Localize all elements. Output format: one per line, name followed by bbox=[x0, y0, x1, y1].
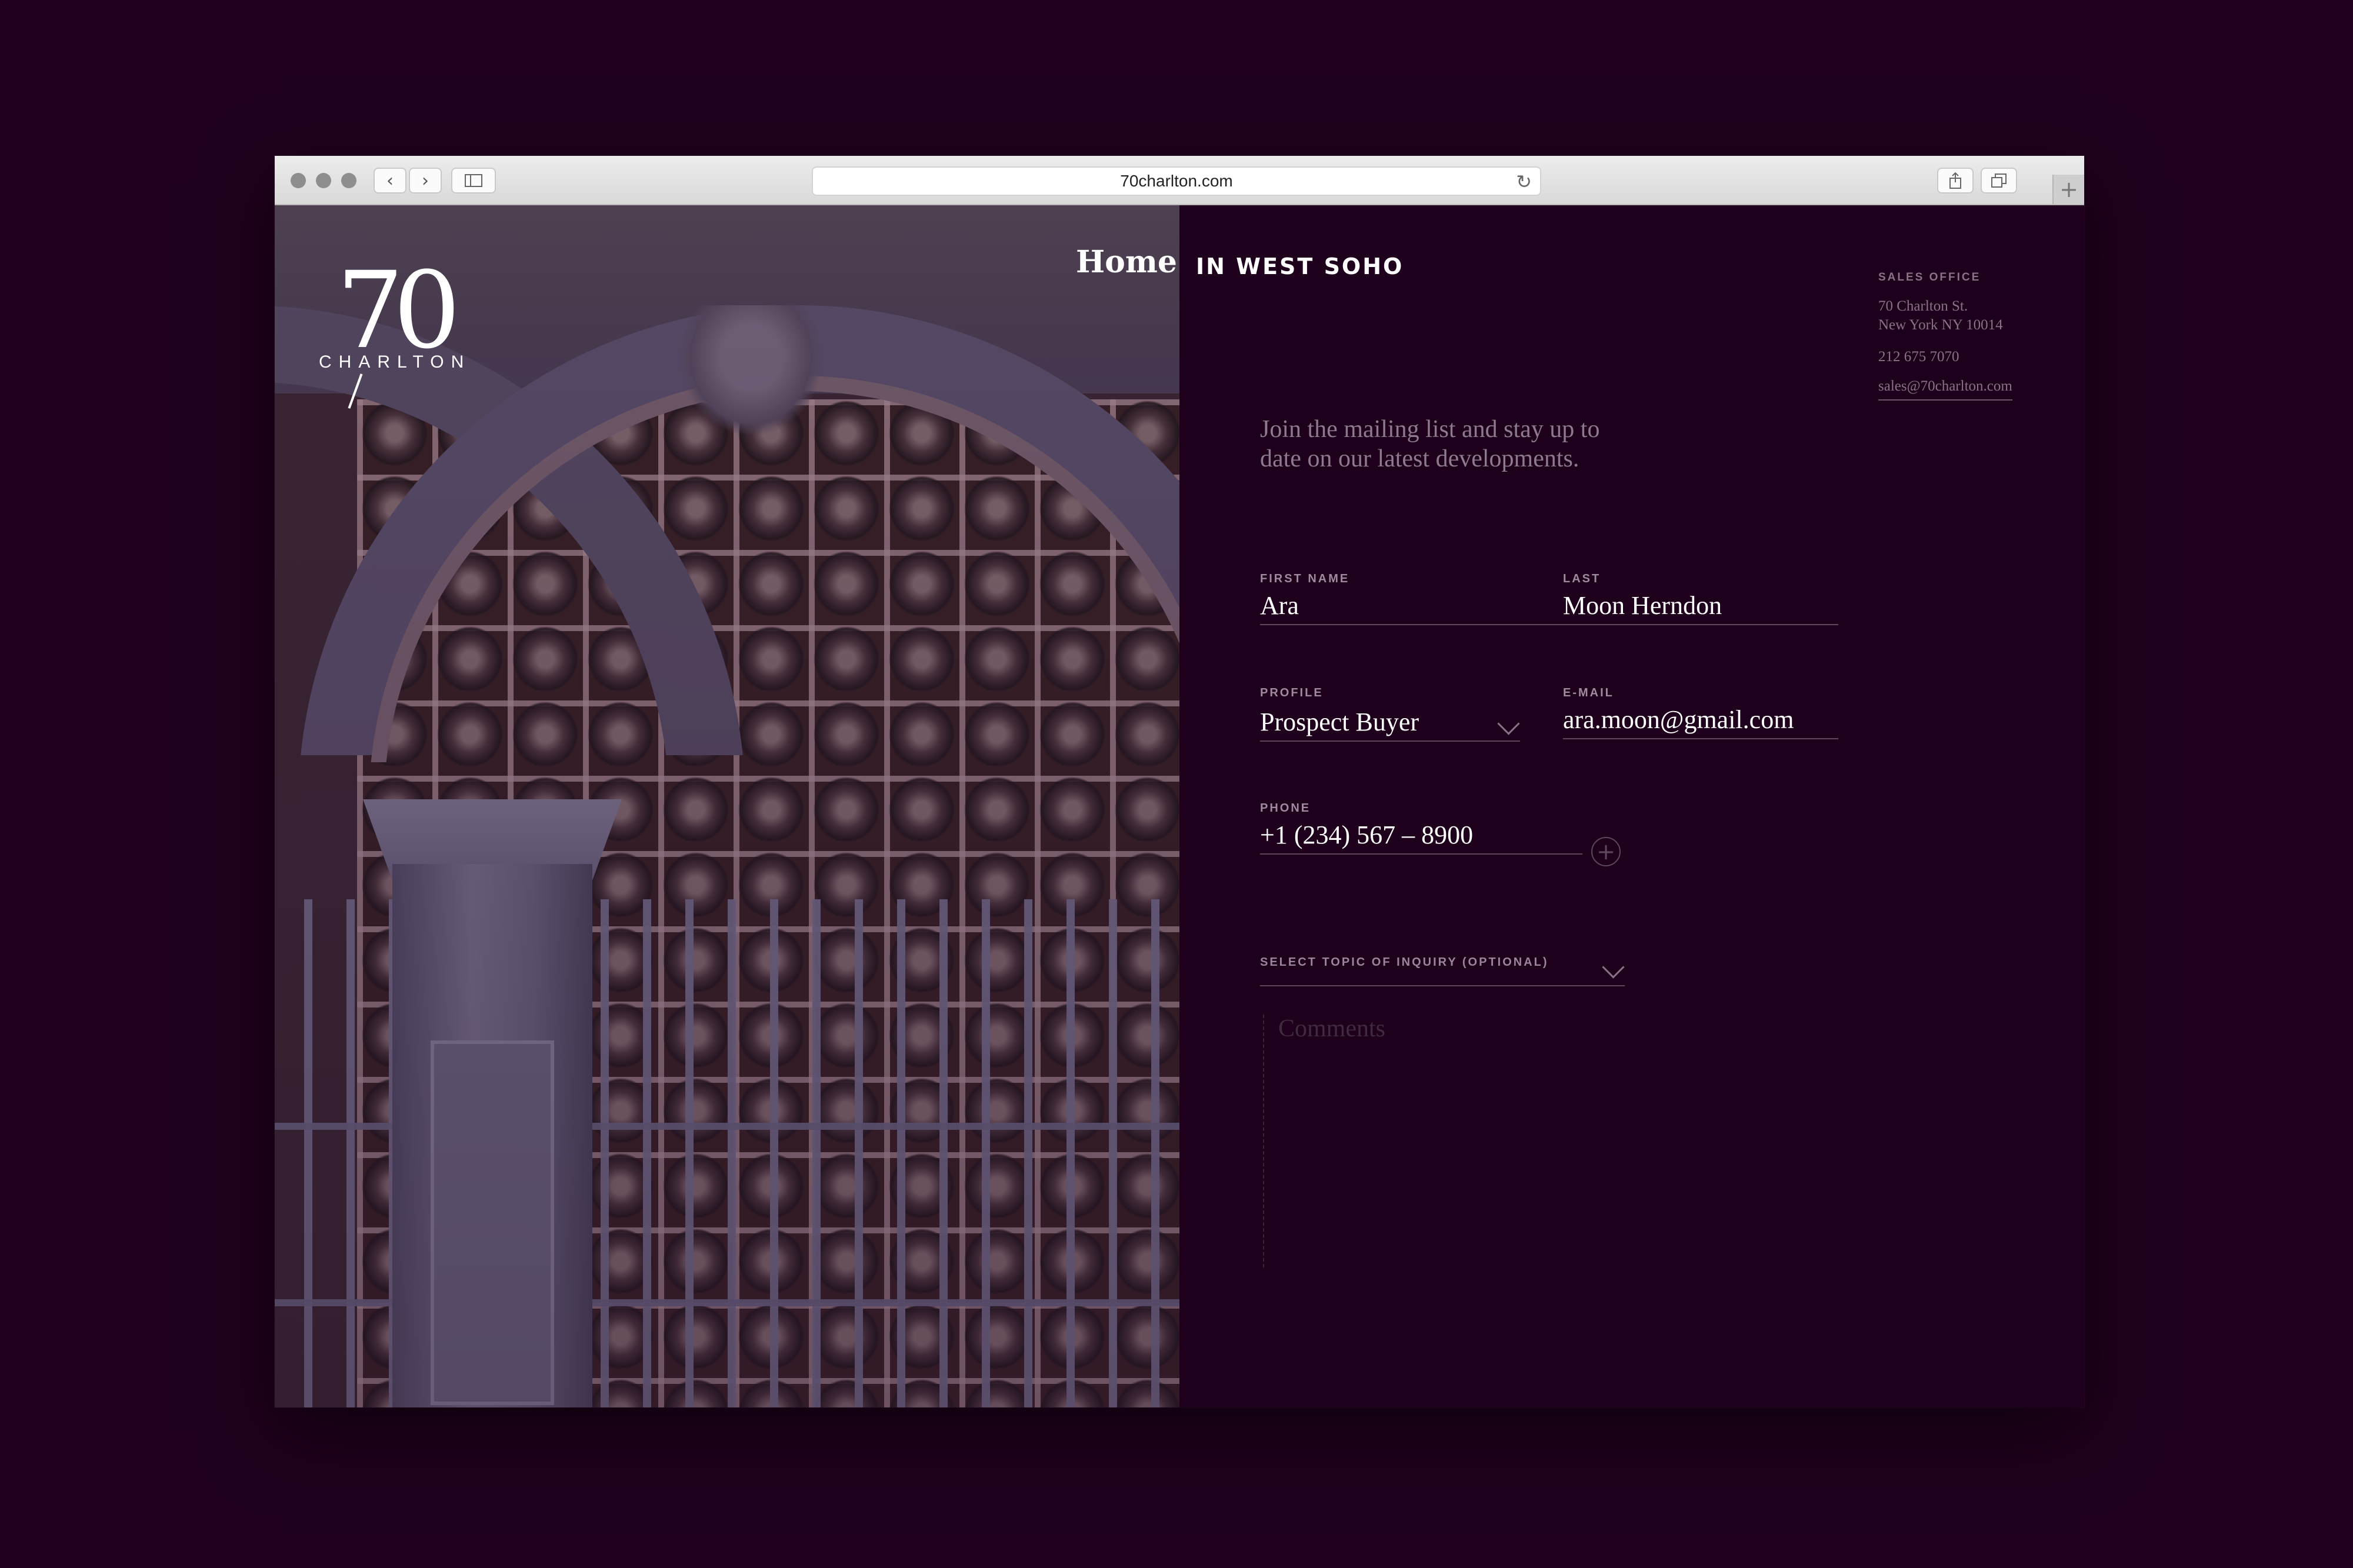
back-button[interactable]: ‹ bbox=[374, 168, 406, 194]
plus-icon: + bbox=[2059, 176, 2078, 202]
phone-label: PHONE bbox=[1260, 802, 1311, 815]
tabs-icon bbox=[1991, 174, 2007, 188]
minimize-window-button[interactable] bbox=[316, 173, 331, 188]
profile-selected-value: Prospect Buyer bbox=[1260, 708, 1419, 736]
url-text: 70charlton.com bbox=[1120, 172, 1233, 190]
logo-wordmark: CHARLTON bbox=[319, 352, 471, 372]
comments-textarea[interactable]: Comments bbox=[1263, 1015, 1675, 1267]
hero-photo: 70 CHARLTON bbox=[275, 205, 1179, 1407]
nav-tagline: IN WEST SOHO bbox=[1196, 253, 1404, 279]
phone-field[interactable]: +1 (234) 567 – 8900 bbox=[1260, 817, 1582, 855]
last-name-field[interactable]: Moon Herndon bbox=[1563, 588, 1838, 625]
zoom-window-button[interactable] bbox=[341, 173, 356, 188]
topic-placeholder: SELECT TOPIC OF INQUIRY (OPTIONAL) bbox=[1260, 956, 1549, 969]
sidebar-button[interactable] bbox=[451, 168, 496, 194]
chevron-down-icon bbox=[1497, 712, 1520, 735]
browser-toolbar: ‹ › 70charlton.com ↻ + bbox=[275, 156, 2084, 205]
address-bar[interactable]: 70charlton.com ↻ bbox=[812, 166, 1541, 196]
topic-select[interactable]: SELECT TOPIC OF INQUIRY (OPTIONAL) bbox=[1260, 956, 1625, 986]
first-name-field[interactable]: Ara bbox=[1260, 588, 1566, 625]
last-name-label: LAST bbox=[1563, 572, 1601, 585]
reload-icon[interactable]: ↻ bbox=[1516, 171, 1532, 193]
nav-home-link[interactable]: Home bbox=[1076, 244, 1177, 280]
back-icon: ‹ bbox=[386, 170, 394, 191]
share-button[interactable] bbox=[1937, 168, 1974, 194]
mailing-list-intro: Join the mailing list and stay up to dat… bbox=[1260, 416, 1600, 472]
add-circle-icon[interactable]: + bbox=[1591, 837, 1621, 866]
sales-office-title: SALES OFFICE bbox=[1878, 271, 1981, 283]
new-tab-button[interactable]: + bbox=[2052, 175, 2084, 204]
forward-icon: › bbox=[422, 170, 429, 191]
share-icon bbox=[1949, 172, 1961, 189]
first-name-label: FIRST NAME bbox=[1260, 572, 1350, 585]
site-logo[interactable]: 70 CHARLTON bbox=[319, 249, 472, 409]
email-label: E-MAIL bbox=[1563, 686, 1614, 699]
chevron-down-icon bbox=[1602, 956, 1625, 979]
browser-window: ‹ › 70charlton.com ↻ + 70 CHARLTON Home … bbox=[275, 156, 2084, 1407]
sidebar-icon bbox=[465, 174, 482, 187]
profile-select[interactable]: Prospect Buyer bbox=[1260, 704, 1520, 742]
sales-email-link[interactable]: sales@70charlton.com bbox=[1878, 378, 2012, 401]
profile-label: PROFILE bbox=[1260, 686, 1324, 699]
sales-phone[interactable]: 212 675 7070 bbox=[1878, 349, 1959, 365]
forward-button[interactable]: › bbox=[409, 168, 442, 194]
sales-address-line1: 70 Charlton St. bbox=[1878, 298, 1968, 314]
email-field[interactable]: ara.moon@gmail.com bbox=[1563, 702, 1838, 739]
sales-address-line2: New York NY 10014 bbox=[1878, 317, 2003, 333]
comments-placeholder: Comments bbox=[1278, 1015, 1386, 1042]
close-window-button[interactable] bbox=[291, 173, 306, 188]
logo-number: 70 bbox=[336, 249, 461, 372]
tabs-overview-button[interactable] bbox=[1981, 168, 2017, 194]
